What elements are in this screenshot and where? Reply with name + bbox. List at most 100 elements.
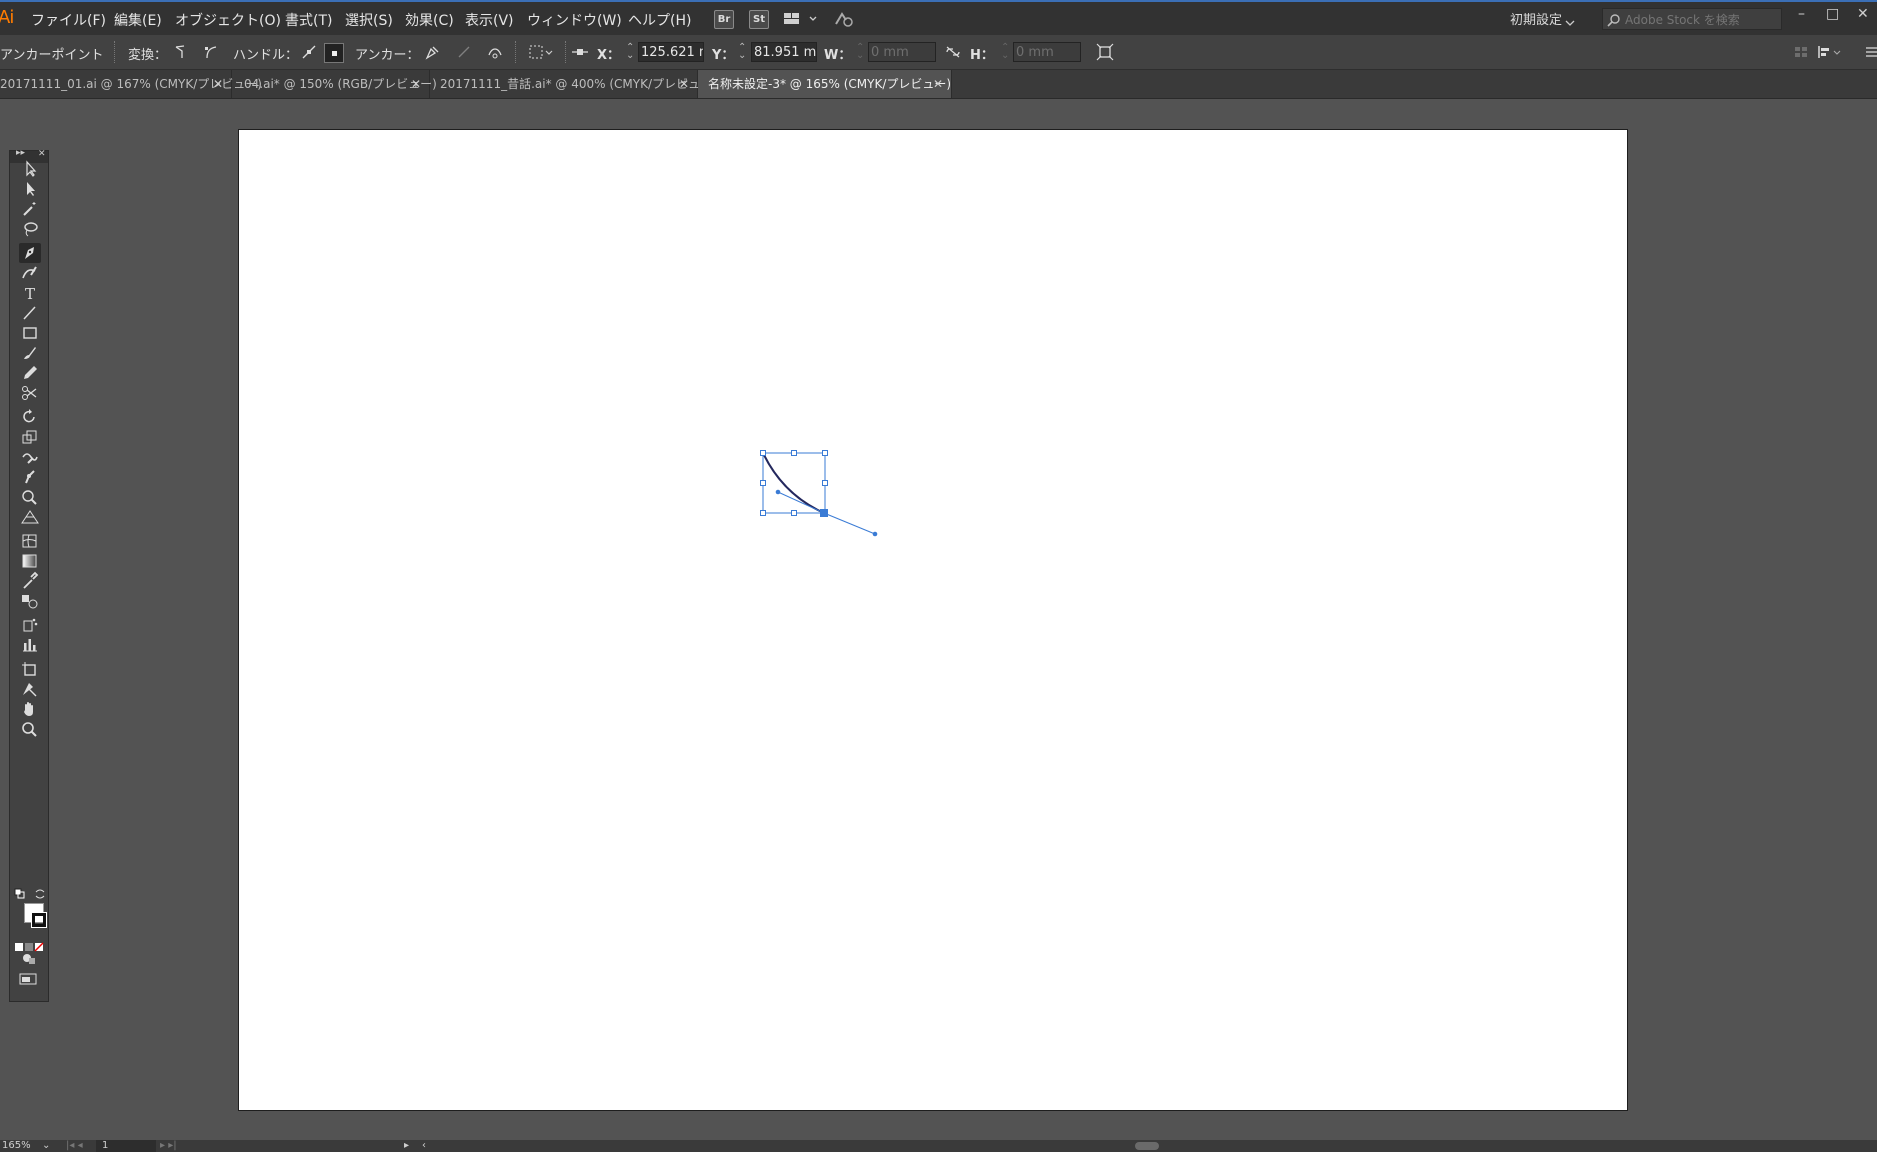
- play-icon[interactable]: ▸: [404, 1140, 409, 1152]
- minimize-icon[interactable]: –: [1798, 6, 1805, 22]
- close-tab-icon[interactable]: ✕: [213, 70, 223, 98]
- warp-tool-icon[interactable]: [19, 447, 41, 467]
- h-stepper-icon[interactable]: ⌃ ⌄: [1001, 43, 1009, 61]
- tab-document-3[interactable]: 20171111_昔話.ai* @ 400% (CMYK/プレビュー) ✕: [430, 70, 717, 98]
- bounding-box-handles[interactable]: [760, 450, 828, 516]
- chevron-down-icon[interactable]: [1565, 12, 1575, 31]
- arrange-documents-icon[interactable]: [783, 11, 817, 31]
- default-colors-icon[interactable]: [14, 885, 26, 904]
- cut-path-at-anchor-icon[interactable]: [486, 43, 504, 61]
- menu-edit[interactable]: 編集(E): [114, 10, 162, 30]
- h-field[interactable]: 0 mm: [1013, 42, 1081, 62]
- zoom-tool-icon[interactable]: [19, 719, 41, 739]
- connect-endpoints-icon[interactable]: [455, 43, 473, 61]
- convert-to-corner-icon[interactable]: [172, 43, 190, 61]
- horizontal-scrollbar-thumb[interactable]: [1135, 1142, 1159, 1150]
- bounding-box[interactable]: [762, 452, 826, 514]
- screen-mode-icon[interactable]: [19, 971, 39, 990]
- blend-tool-icon[interactable]: [19, 591, 41, 611]
- y-stepper-icon[interactable]: ⌃ ⌄: [738, 43, 746, 61]
- curvature-tool-icon[interactable]: [19, 263, 41, 283]
- direction-point[interactable]: [872, 531, 878, 537]
- y-field[interactable]: 81.951 mm: [751, 42, 817, 62]
- next-artboard-icon[interactable]: ▸ ▸|: [160, 1140, 177, 1152]
- distribute-icon[interactable]: [1816, 43, 1842, 61]
- magic-wand-tool-icon[interactable]: [19, 199, 41, 219]
- menu-window[interactable]: ウィンドウ(W): [527, 10, 622, 30]
- lasso-tool-icon[interactable]: [19, 219, 41, 239]
- chevron-down-icon[interactable]: ⌄: [42, 1140, 50, 1152]
- x-field[interactable]: 125.621 mm: [638, 42, 704, 62]
- scale-tool-icon[interactable]: [19, 427, 41, 447]
- menu-type[interactable]: 書式(T): [285, 10, 332, 30]
- pen-tool-icon[interactable]: [19, 243, 41, 263]
- menu-effect[interactable]: 効果(C): [405, 10, 454, 30]
- hide-handles-icon[interactable]: [324, 43, 344, 63]
- close-icon[interactable]: ✕: [1857, 6, 1869, 22]
- constrain-proportions-icon[interactable]: [944, 43, 962, 61]
- rectangle-tool-icon[interactable]: [19, 323, 41, 343]
- puppet-warp-tool-icon[interactable]: [19, 467, 41, 487]
- collapse-icon[interactable]: ▸▸: [16, 148, 25, 158]
- workspace-switcher[interactable]: 初期設定: [1510, 9, 1562, 28]
- pencil-tool-icon[interactable]: [19, 363, 41, 383]
- first-artboard-icon[interactable]: |◂ ◂: [66, 1140, 83, 1152]
- isolation-mode-icon[interactable]: [1792, 43, 1810, 61]
- w-field[interactable]: 0 mm: [868, 42, 936, 62]
- menu-view[interactable]: 表示(V): [465, 10, 514, 30]
- scissors-tool-icon[interactable]: [19, 383, 41, 403]
- menu-object[interactable]: オブジェクト(O): [175, 10, 281, 30]
- close-icon[interactable]: ✕: [38, 149, 46, 159]
- eyedropper-tool-icon[interactable]: [19, 571, 41, 591]
- menu-file[interactable]: ファイル(F): [31, 10, 106, 30]
- menu-select[interactable]: 選択(S): [345, 10, 393, 30]
- direction-point[interactable]: [775, 489, 781, 495]
- selection-tool-icon[interactable]: [19, 159, 41, 179]
- artboard-number-field[interactable]: 1: [96, 1140, 156, 1152]
- show-handles-icon[interactable]: [300, 43, 318, 61]
- shape-builder-tool-icon[interactable]: [19, 487, 41, 507]
- direct-selection-tool-icon[interactable]: [19, 179, 41, 199]
- zoom-level[interactable]: 165%: [2, 1140, 31, 1152]
- rotate-tool-icon[interactable]: [19, 407, 41, 427]
- symbol-sprayer-tool-icon[interactable]: [19, 615, 41, 635]
- drawing-mode-icon[interactable]: [21, 951, 37, 970]
- curve-path[interactable]: [763, 454, 825, 514]
- bridge-button[interactable]: Br: [714, 10, 734, 29]
- align-icon[interactable]: [571, 43, 589, 61]
- tab-document-2[interactable]: 04.ai* @ 150% (RGB/プレビュー) ✕: [232, 70, 437, 98]
- w-stepper-icon[interactable]: ⌃ ⌄: [856, 43, 864, 61]
- perspective-grid-tool-icon[interactable]: [19, 507, 41, 527]
- artboard[interactable]: [238, 129, 1628, 1111]
- close-tab-icon[interactable]: ✕: [679, 70, 689, 98]
- stock-button[interactable]: St: [749, 10, 769, 29]
- stroke-swatch[interactable]: [31, 912, 47, 928]
- type-tool-icon[interactable]: T: [19, 283, 41, 303]
- panel-menu-icon[interactable]: [1862, 43, 1877, 61]
- artwork[interactable]: [239, 130, 1629, 1112]
- stock-search-input[interactable]: [1603, 10, 1775, 30]
- close-tab-icon[interactable]: ✕: [933, 70, 943, 98]
- tab-document-1[interactable]: 20171111_01.ai @ 167% (CMYK/プレビュー) ✕: [0, 70, 262, 98]
- close-tab-icon[interactable]: ✕: [411, 70, 421, 98]
- gradient-tool-icon[interactable]: [19, 551, 41, 571]
- maximize-icon[interactable]: □: [1826, 6, 1839, 22]
- isolate-selection-icon[interactable]: [528, 43, 554, 61]
- paintbrush-tool-icon[interactable]: [19, 343, 41, 363]
- selected-anchor-point[interactable]: [820, 509, 828, 517]
- remove-anchor-icon[interactable]: [423, 43, 441, 61]
- x-stepper-icon[interactable]: ⌃ ⌄: [626, 43, 634, 61]
- swap-colors-icon[interactable]: [34, 885, 46, 904]
- line-tool-icon[interactable]: [19, 303, 41, 323]
- convert-to-smooth-icon[interactable]: [202, 43, 220, 61]
- artboard-tool-icon[interactable]: [19, 659, 41, 679]
- tab-document-4[interactable]: 名称未設定-3* @ 165% (CMYK/プレビュー) ✕: [698, 70, 952, 98]
- hand-tool-icon[interactable]: [19, 699, 41, 719]
- mesh-tool-icon[interactable]: [19, 531, 41, 551]
- graph-tool-icon[interactable]: [19, 635, 41, 655]
- gpu-performance-icon[interactable]: [833, 10, 855, 32]
- stock-search[interactable]: [1602, 8, 1782, 30]
- menu-help[interactable]: ヘルプ(H): [628, 10, 691, 30]
- transform-icon[interactable]: [1096, 43, 1114, 61]
- slice-tool-icon[interactable]: [19, 679, 41, 699]
